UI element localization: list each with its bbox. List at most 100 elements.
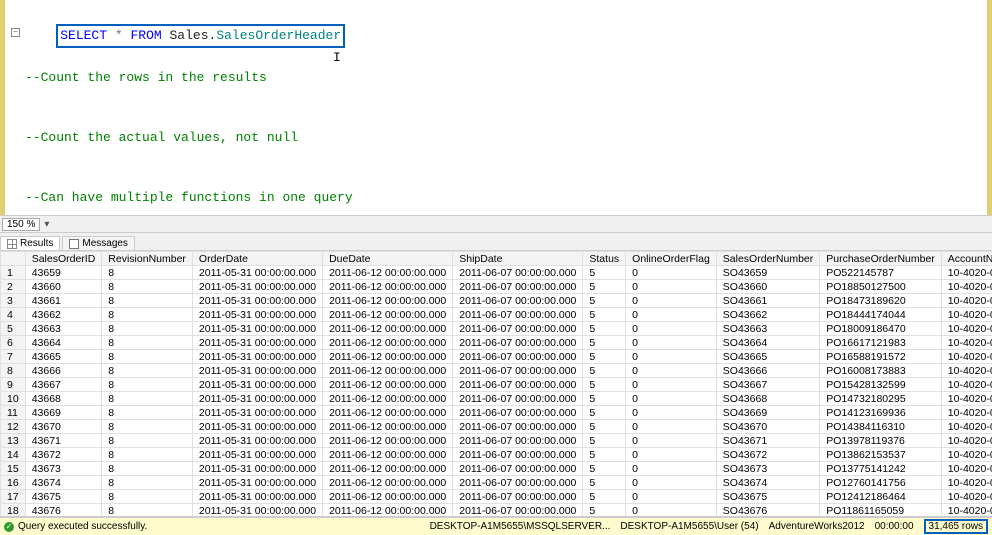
cell[interactable]: PO18444174044 (820, 308, 942, 322)
cell[interactable]: SO43663 (716, 322, 819, 336)
cell[interactable]: 2011-06-12 00:00:00.000 (323, 364, 453, 378)
sql-editor[interactable]: − SELECT * FROM Sales.SalesOrderHeader -… (0, 0, 992, 215)
cell[interactable]: 2011-06-12 00:00:00.000 (323, 476, 453, 490)
cell[interactable]: 8 (102, 504, 193, 518)
cell[interactable]: SO43664 (716, 336, 819, 350)
cell[interactable]: 2011-06-12 00:00:00.000 (323, 336, 453, 350)
cell[interactable]: 2011-06-07 00:00:00.000 (453, 392, 583, 406)
row-number[interactable]: 8 (1, 364, 26, 378)
results-grid[interactable]: SalesOrderIDRevisionNumberOrderDateDueDa… (0, 251, 992, 517)
cell[interactable]: PO13775141242 (820, 462, 942, 476)
cell[interactable]: 43669 (25, 406, 102, 420)
cell[interactable]: 2011-05-31 00:00:00.000 (192, 364, 322, 378)
row-number[interactable]: 3 (1, 294, 26, 308)
cell[interactable]: 10-4020-000083 (941, 476, 992, 490)
cell[interactable]: PO16617121983 (820, 336, 942, 350)
cell[interactable]: 8 (102, 490, 193, 504)
cell[interactable]: 10-4020-000117 (941, 280, 992, 294)
cell[interactable]: 8 (102, 434, 193, 448)
cell[interactable]: 10-4020-000504 (941, 420, 992, 434)
chevron-down-icon[interactable]: ▾ (44, 219, 49, 230)
cell[interactable]: 8 (102, 294, 193, 308)
cell[interactable]: PO16008173883 (820, 364, 942, 378)
collapse-region-icon[interactable]: − (11, 28, 20, 37)
row-number[interactable]: 2 (1, 280, 26, 294)
cell[interactable]: 43666 (25, 364, 102, 378)
cell[interactable]: 5 (583, 406, 626, 420)
table-row[interactable]: 74366582011-05-31 00:00:00.0002011-06-12… (1, 350, 992, 364)
table-row[interactable]: 164367482011-05-31 00:00:00.0002011-06-1… (1, 476, 992, 490)
cell[interactable]: 5 (583, 420, 626, 434)
cell[interactable]: 10-4020-000227 (941, 308, 992, 322)
table-row[interactable]: 44366282011-05-31 00:00:00.0002011-06-12… (1, 308, 992, 322)
cell[interactable]: 2011-06-07 00:00:00.000 (453, 336, 583, 350)
cell[interactable]: 43668 (25, 392, 102, 406)
cell[interactable]: SO43669 (716, 406, 819, 420)
cell[interactable]: 10-4020-000646 (941, 378, 992, 392)
cell[interactable]: 5 (583, 280, 626, 294)
cell[interactable]: 8 (102, 308, 193, 322)
cell[interactable]: 2011-06-07 00:00:00.000 (453, 378, 583, 392)
cell[interactable]: 0 (626, 336, 717, 350)
cell[interactable]: 2011-05-31 00:00:00.000 (192, 420, 322, 434)
table-row[interactable]: 64366482011-05-31 00:00:00.0002011-06-12… (1, 336, 992, 350)
cell[interactable]: 2011-06-07 00:00:00.000 (453, 406, 583, 420)
cell[interactable]: 10-4020-000200 (941, 434, 992, 448)
cell[interactable]: 43671 (25, 434, 102, 448)
cell[interactable]: 2011-06-07 00:00:00.000 (453, 294, 583, 308)
cell[interactable]: 8 (102, 406, 193, 420)
cell[interactable]: 2011-06-12 00:00:00.000 (323, 434, 453, 448)
table-row[interactable]: 14365982011-05-31 00:00:00.0002011-06-12… (1, 266, 992, 280)
cell[interactable]: SO43659 (716, 266, 819, 280)
cell[interactable]: 2011-05-31 00:00:00.000 (192, 392, 322, 406)
cell[interactable]: 2011-06-07 00:00:00.000 (453, 308, 583, 322)
cell[interactable]: 10-4020-000511 (941, 364, 992, 378)
cell[interactable]: 8 (102, 448, 193, 462)
table-row[interactable]: 114366982011-05-31 00:00:00.0002011-06-1… (1, 406, 992, 420)
cell[interactable]: 2011-05-31 00:00:00.000 (192, 280, 322, 294)
cell[interactable]: PO13978119376 (820, 434, 942, 448)
cell[interactable]: 0 (626, 322, 717, 336)
cell[interactable]: 2011-05-31 00:00:00.000 (192, 406, 322, 420)
cell[interactable]: 10-4020-000578 (941, 406, 992, 420)
cell[interactable]: 43659 (25, 266, 102, 280)
cell[interactable]: 5 (583, 322, 626, 336)
column-header[interactable]: ShipDate (453, 252, 583, 266)
cell[interactable]: 43670 (25, 420, 102, 434)
cell[interactable]: PO14732180295 (820, 392, 942, 406)
row-number[interactable]: 14 (1, 448, 26, 462)
tab-results[interactable]: Results (0, 236, 60, 250)
row-number[interactable]: 15 (1, 462, 26, 476)
cell[interactable]: 43667 (25, 378, 102, 392)
cell[interactable]: 5 (583, 294, 626, 308)
cell[interactable]: 2011-05-31 00:00:00.000 (192, 378, 322, 392)
table-row[interactable]: 104366882011-05-31 00:00:00.0002011-06-1… (1, 392, 992, 406)
cell[interactable]: SO43670 (716, 420, 819, 434)
cell[interactable]: PO15428132599 (820, 378, 942, 392)
cell[interactable]: 10-4020-000146 (941, 350, 992, 364)
cell[interactable]: PO12760141756 (820, 476, 942, 490)
cell[interactable]: SO43676 (716, 504, 819, 518)
cell[interactable]: 2011-06-12 00:00:00.000 (323, 490, 453, 504)
cell[interactable]: 2011-05-31 00:00:00.000 (192, 490, 322, 504)
cell[interactable]: 8 (102, 336, 193, 350)
cell[interactable]: 0 (626, 420, 717, 434)
cell[interactable]: SO43667 (716, 378, 819, 392)
cell[interactable]: 8 (102, 476, 193, 490)
cell[interactable]: 5 (583, 462, 626, 476)
row-number[interactable]: 17 (1, 490, 26, 504)
cell[interactable]: 43662 (25, 308, 102, 322)
row-number[interactable]: 10 (1, 392, 26, 406)
cell[interactable]: SO43668 (716, 392, 819, 406)
cell[interactable]: 5 (583, 490, 626, 504)
cell[interactable]: 2011-05-31 00:00:00.000 (192, 266, 322, 280)
cell[interactable]: 8 (102, 420, 193, 434)
cell[interactable]: 2011-06-12 00:00:00.000 (323, 322, 453, 336)
row-number[interactable]: 18 (1, 504, 26, 518)
cell[interactable]: PO13862153537 (820, 448, 942, 462)
cell[interactable]: PO12412186464 (820, 490, 942, 504)
column-header[interactable]: SalesOrderNumber (716, 252, 819, 266)
cell[interactable]: 2011-06-07 00:00:00.000 (453, 322, 583, 336)
table-row[interactable]: 144367282011-05-31 00:00:00.0002011-06-1… (1, 448, 992, 462)
cell[interactable]: 10-4020-000676 (941, 266, 992, 280)
